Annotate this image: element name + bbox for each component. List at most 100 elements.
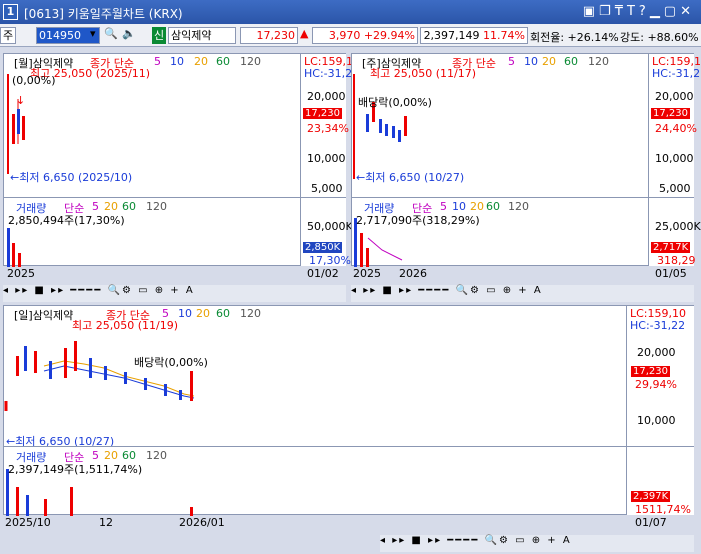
tick: 10,000 <box>637 414 676 427</box>
high-label: 최고 25,050 (11/17) <box>370 67 477 80</box>
price-tag: 17,230 <box>631 366 670 377</box>
high-label: 최고 25,050 (11/19) <box>72 319 179 332</box>
tick: 5,000 <box>659 182 691 195</box>
daily-price-area: [일]삼익제약 종가 단순 5 10 20 60 120 최고 25,050 (… <box>4 306 626 448</box>
ma-20: 20 <box>196 307 210 320</box>
monthly-chart-panel[interactable]: ↓ [월]삼익제약 종가 단순 5 10 20 60 120 최고 25,050… <box>3 53 353 267</box>
tick: 10,000 <box>307 152 346 165</box>
up-arrow-icon: ▲ <box>300 27 309 40</box>
vol-pct: 17,30% <box>309 254 351 267</box>
new-badge: 신 <box>152 27 166 44</box>
pct-tag: 24,40% <box>655 122 697 135</box>
price-tag: 17,230 <box>303 108 342 119</box>
turnover-rate: 회전율: +26.14% <box>530 31 619 44</box>
hc-label: HC:-31,2 <box>652 67 701 80</box>
vol-tag: 2,717K <box>651 242 691 253</box>
window-controls[interactable]: ▣❐₸T?▁▢✕ <box>583 4 695 19</box>
daily-chart-panel[interactable]: [일]삼익제약 종가 단순 5 10 20 60 120 최고 25,050 (… <box>3 305 694 516</box>
dividend-label: 배당락(0,00%) <box>134 356 208 369</box>
ma-60: 60 <box>216 55 230 68</box>
ma-5: 5 <box>508 55 515 68</box>
low-label: ←최저 6,650 (10/27) <box>356 171 465 184</box>
weekly-volume-area: 거래량 단순 5 10 20 60 120 2,717,090주(318,29%… <box>352 197 648 267</box>
volume: 2,397,149 <box>423 29 480 42</box>
hc-label: HC:-31,22 <box>630 319 686 332</box>
strength: 강도: +88.60% <box>620 31 699 44</box>
daily-price-axis: LC:159,10 HC:-31,22 20,000 10,000 17,230… <box>626 306 694 446</box>
window-title: [0613] 키움일주월차트 (KRX) <box>24 7 183 21</box>
weekly-price-axis: LC:159,1 HC:-31,2 20,000 10,000 5,000 17… <box>648 54 701 197</box>
ma-10: 10 <box>178 307 192 320</box>
monthly-volume-area: 거래량 단순 5 20 60 120 2,850,494주(17,30%) <box>4 197 300 267</box>
pct-tag: 29,94% <box>635 378 677 391</box>
daily-date-axis: 2025/10 12 2026/01 01/07 <box>3 516 694 531</box>
date-label: 2025 <box>353 267 381 280</box>
price-change: 3,970 <box>328 29 361 42</box>
monthly-controls[interactable]: ◂ ▸▸ ■ ▸▸ ━━━━ 🔍⚙ ▭ ⊕ + A <box>3 285 346 302</box>
daily-chart-label: [일]삼익제약 <box>14 309 74 322</box>
date-right: 01/05 <box>655 267 687 280</box>
monthly-date-axis: 2025 01/02 <box>3 267 346 282</box>
vol-pct: 318,29 <box>657 254 696 267</box>
ma-10: 10 <box>524 55 538 68</box>
tick: 10,000 <box>655 152 694 165</box>
monthly-volume-axis: 50,000K 2,850K 17,30% <box>300 197 353 267</box>
sound-icon[interactable]: 🔈 <box>122 27 136 40</box>
tick: 20,000 <box>655 90 694 103</box>
vol-ma-120: 120 <box>146 200 167 213</box>
date-right: 01/02 <box>307 267 339 280</box>
vol-tick: 50,000K <box>307 220 353 233</box>
ma-20: 20 <box>194 55 208 68</box>
stock-name: 삼익제약 <box>168 27 236 44</box>
ma-10: 10 <box>170 55 184 68</box>
search-icon[interactable]: 🔍 <box>104 27 118 40</box>
date-label: 2025 <box>7 267 35 280</box>
window-number: 1 <box>3 4 18 20</box>
tick: 20,000 <box>307 90 346 103</box>
ma-60: 60 <box>564 55 578 68</box>
weekly-controls[interactable]: ◂ ▸▸ ■ ▸▸ ━━━━ 🔍⚙ ▭ ⊕ + A <box>351 285 694 302</box>
dropdown-icon[interactable]: ▾ <box>90 27 96 40</box>
title-bar: 1 [0613] 키움일주월차트 (KRX) ▣❐₸T?▁▢✕ <box>0 0 701 24</box>
monthly-price-area: ↓ [월]삼익제약 종가 단순 5 10 20 60 120 최고 25,050… <box>4 54 300 197</box>
vol-pct: 1511,74% <box>635 503 691 516</box>
date-label: 2026/01 <box>179 516 225 529</box>
vol-tick: 25,000K <box>655 220 701 233</box>
weekly-price-area: [주]삼익제약 종가 단순 5 10 20 60 120 최고 25,050 (… <box>352 54 648 197</box>
low-label: ←최저 6,650 (2025/10) <box>10 171 133 184</box>
date-label: 12 <box>99 516 113 529</box>
weekly-volume-axis: 25,000K 2,717K 318,29 <box>648 197 701 267</box>
volume-value: 2,850,494주(17,30%) <box>8 214 125 227</box>
tick: 20,000 <box>637 346 676 359</box>
svg-text:↓: ↓ <box>16 94 25 107</box>
vol-ma-60: 60 <box>486 200 500 213</box>
vol-tag: 2,850K <box>303 242 343 253</box>
current-price: 17,230 <box>240 27 298 44</box>
ma-120: 120 <box>240 55 261 68</box>
date-label: 2026 <box>399 267 427 280</box>
ma-20: 20 <box>542 55 556 68</box>
date-right: 01/07 <box>635 516 667 529</box>
ma-5: 5 <box>154 55 161 68</box>
volume-value: 2,397,149주(1,511,74%) <box>8 463 143 476</box>
vol-tag: 2,397K <box>631 491 671 502</box>
volume-ratio: 11.74% <box>483 29 525 42</box>
ma-120: 120 <box>240 307 261 320</box>
monthly-price-axis: LC:159,1 HC:-31,2 20,000 10,000 5,000 17… <box>300 54 353 197</box>
volume-value: 2,717,090주(318,29%) <box>356 214 480 227</box>
daily-volume-area: 거래량 단순 5 20 60 120 2,397,149주(1,511,74%) <box>4 446 626 516</box>
date-label: 2025/10 <box>5 516 51 529</box>
pct-label: (0,00%) <box>12 74 56 87</box>
toolbar: 주 014950 ▾ 🔍 🔈 신 삼익제약 17,230 ▲ 3,970 +29… <box>0 24 701 47</box>
daily-controls[interactable]: ◂ ▸▸ ■ ▸▸ ━━━━ 🔍⚙ ▭ ⊕ + A <box>380 535 694 552</box>
mode-select[interactable]: 주 <box>0 27 16 44</box>
daily-volume-axis: 2,397K 1511,74% <box>626 446 694 516</box>
weekly-date-axis: 2025 2026 01/05 <box>351 267 694 282</box>
pct-tag: 23,34% <box>307 122 349 135</box>
price-tag: 17,230 <box>651 108 690 119</box>
ma-60: 60 <box>216 307 230 320</box>
price-change-pct: +29.94% <box>363 29 415 42</box>
ma-120: 120 <box>588 55 609 68</box>
dividend-label: 배당락(0,00%) <box>358 96 432 109</box>
weekly-chart-panel[interactable]: [주]삼익제약 종가 단순 5 10 20 60 120 최고 25,050 (… <box>351 53 701 267</box>
